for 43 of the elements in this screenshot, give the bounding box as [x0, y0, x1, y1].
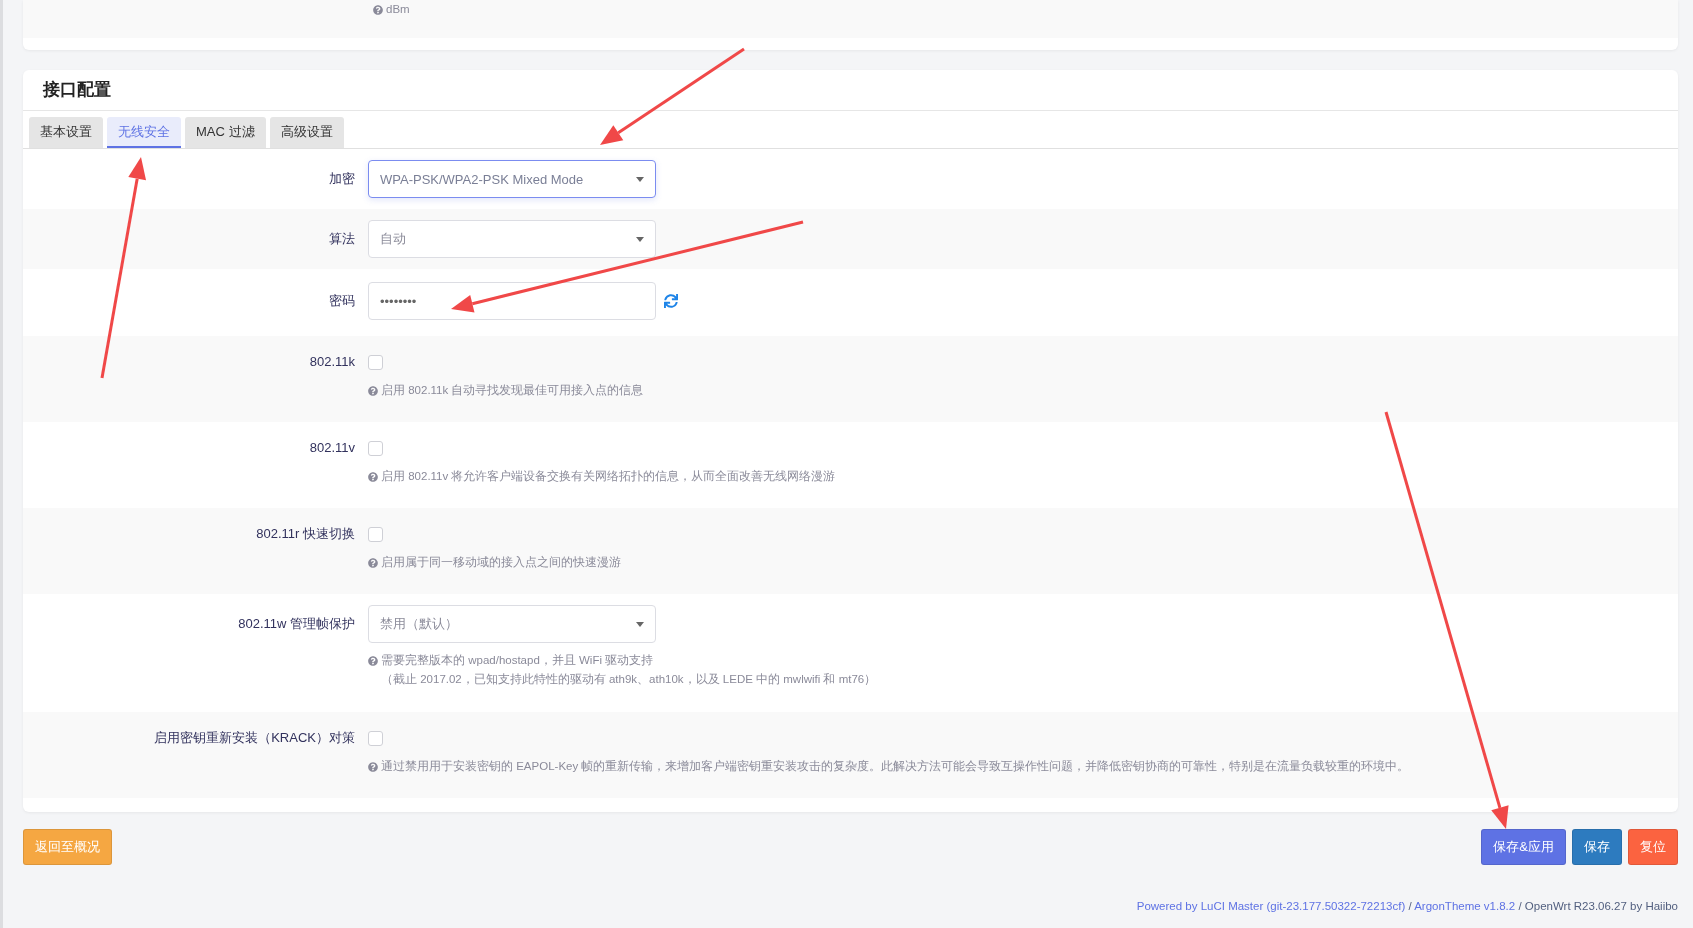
field-label: 算法: [328, 230, 355, 248]
help-icon: [368, 655, 378, 666]
caret-icon: [636, 176, 644, 182]
field-label: 802.11w 管理帧保护: [237, 615, 355, 633]
help-text: 启用 802.11v 将允许客户端设备交换有关网络拓扑的信息，从而全面改善无线网络漫游: [368, 467, 1678, 486]
help-text: dBm: [373, 0, 1678, 19]
password-field[interactable]: ••••••••: [368, 282, 656, 320]
help-text: 需要完整版本的 wpad/hostapd，并且 WiFi 驱动支持 （截止 2017.02，已知支持此特性的驱动有 ath9k、ath10k，以及 LEDE 中的 mwlwifi 和 mt76）: [368, 651, 1678, 689]
section-title: 接口配置: [23, 70, 1678, 111]
field-label: 密码: [328, 292, 355, 310]
caret-icon: [636, 236, 644, 242]
checkbox[interactable]: [368, 355, 383, 370]
footer-link[interactable]: Powered by LuCI Master (git-23.177.50322-72213cf): [1136, 900, 1406, 912]
field-label: 加密: [328, 170, 355, 188]
tab[interactable]: 无线安全: [107, 117, 181, 148]
help-icon: [368, 471, 378, 482]
select-field[interactable]: 禁用（默认）: [368, 605, 656, 643]
help-icon: [368, 761, 378, 772]
field-label: 802.11k: [308, 353, 355, 371]
checkbox[interactable]: [368, 731, 383, 746]
help-text: 通过禁用用于安装密钥的 EAPOL-Key 帧的重新传输，来增加客户端密钥重安装攻击的复杂度。此解决方法可能会导致互操作性问题，并降低密钥协商的可靠性，特别是在流量负载较重的环境中。: [368, 757, 1678, 776]
footer-text: Powered by LuCI Master (git-23.177.50322-72213cf) / ArgonTheme v1.8.2 / OpenWrt R23.06.27 by Haiibo: [1135, 900, 1678, 912]
select-field[interactable]: WPA-PSK/WPA2-PSK Mixed Mode: [368, 160, 656, 198]
field-label: 启用密钥重新安装（KRACK）对策: [153, 729, 355, 747]
field-label: 802.11r 快速切换: [255, 525, 355, 543]
tab[interactable]: MAC 过滤: [185, 117, 266, 148]
apply-button[interactable]: 保存&应用: [1481, 829, 1566, 865]
refresh-icon[interactable]: [664, 294, 678, 308]
checkbox[interactable]: [368, 527, 383, 542]
tab[interactable]: 高级设置: [269, 117, 344, 148]
checkbox[interactable]: [368, 441, 383, 456]
tab[interactable]: 基本设置: [29, 117, 103, 148]
select-field[interactable]: 自动: [368, 220, 656, 258]
save-button[interactable]: 保存: [1572, 829, 1622, 865]
help-icon: [373, 4, 383, 15]
footer-link[interactable]: ArgonTheme v1.8.2: [1414, 900, 1516, 912]
help-text: 启用 802.11k 自动寻找发现最佳可用接入点的信息: [368, 381, 1678, 400]
help-icon: [368, 557, 378, 568]
field-label: 802.11v: [308, 439, 355, 457]
caret-icon: [636, 621, 644, 627]
help-icon: [368, 385, 378, 396]
reset-button[interactable]: 复位: [1628, 829, 1678, 865]
help-text: 启用属于同一移动域的接入点之间的快速漫游: [368, 553, 1678, 572]
